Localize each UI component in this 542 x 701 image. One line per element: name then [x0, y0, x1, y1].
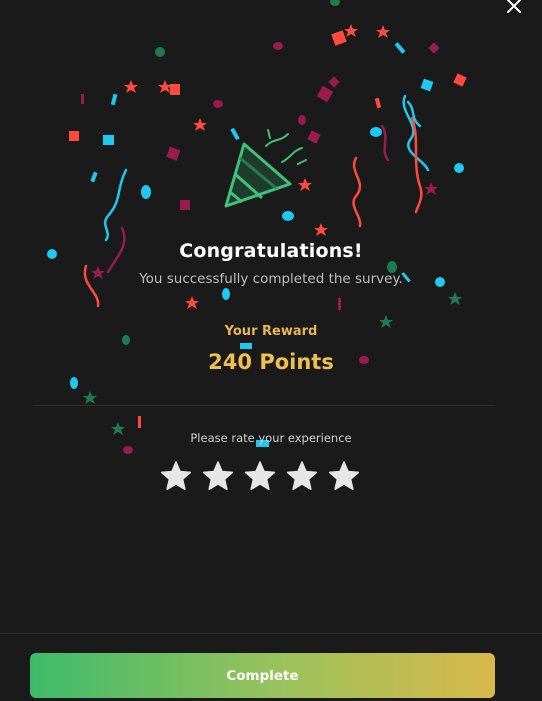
star-3-icon[interactable]: [244, 460, 276, 492]
footer-separator: [0, 633, 542, 634]
reward-label: Your Reward: [224, 324, 318, 339]
completion-message: You successfully completed the survey.: [139, 271, 403, 287]
congratulations-title: Congratulations!: [179, 240, 363, 262]
close-button[interactable]: [502, 0, 526, 18]
reward-points: 240 Points: [208, 350, 334, 374]
star-2-icon[interactable]: [202, 460, 234, 492]
star-4-icon[interactable]: [286, 460, 318, 492]
close-icon: [507, 0, 521, 13]
confetti-background: [47, 0, 467, 454]
rating-prompt: Please rate your experience: [190, 431, 352, 445]
party-popper-icon: [224, 129, 307, 208]
star-rating: [160, 460, 360, 492]
star-1-icon[interactable]: [160, 460, 192, 492]
complete-button[interactable]: Complete: [30, 653, 495, 698]
survey-complete-dialog: Congratulations! You successfully comple…: [0, 0, 542, 701]
divider: [33, 405, 495, 406]
star-5-icon[interactable]: [328, 460, 360, 492]
